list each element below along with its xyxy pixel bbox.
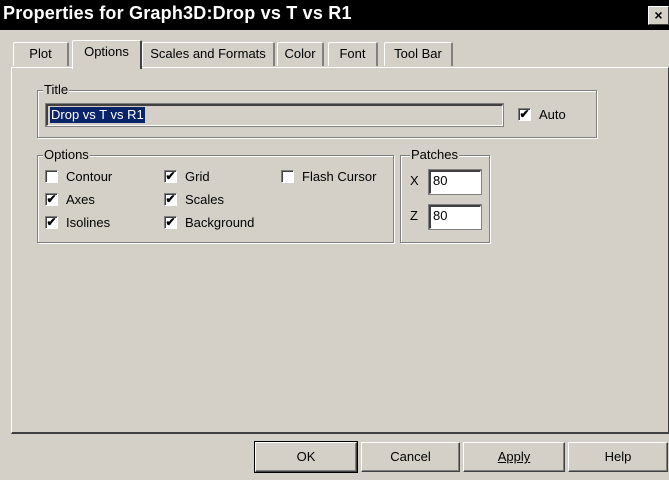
tab-plot[interactable]: Plot — [13, 42, 69, 66]
patches-z-input[interactable]: 80 — [428, 204, 482, 230]
patches-group: Patches X 80 Z 80 — [400, 147, 490, 243]
help-button-label: Help — [604, 449, 632, 464]
check-icon: ✔ — [165, 169, 176, 183]
flash-cursor-checkbox-box[interactable] — [281, 170, 294, 183]
apply-button[interactable]: Apply — [463, 442, 565, 472]
flash-cursor-checkbox-label: Flash Cursor — [302, 169, 377, 184]
grid-checkbox-label: Grid — [185, 169, 210, 184]
title-bar: Properties for Graph3D:Drop vs T vs R1 × — [0, 0, 669, 30]
patches-z-value: 80 — [433, 208, 448, 223]
tab-label: Color — [284, 46, 316, 61]
title-group-label: Title — [43, 82, 70, 98]
axes-checkbox-label: Axes — [66, 192, 95, 207]
title-input[interactable]: Drop vs T vs R1 — [45, 103, 504, 127]
close-icon: × — [654, 7, 663, 23]
patches-x-input[interactable]: 80 — [428, 169, 482, 195]
background-checkbox[interactable]: ✔ Background — [164, 214, 274, 232]
options-tab-panel: Title Drop vs T vs R1 ✔ Auto Options Con… — [11, 67, 669, 434]
title-group: Title Drop vs T vs R1 ✔ Auto — [37, 82, 597, 138]
title-input-value: Drop vs T vs R1 — [50, 107, 145, 123]
contour-checkbox-label: Contour — [66, 169, 113, 184]
scales-checkbox-label: Scales — [185, 192, 225, 207]
tab-label: Font — [339, 46, 366, 61]
isolines-checkbox[interactable]: ✔ Isolines — [45, 214, 145, 232]
patches-x-label: X — [410, 173, 419, 188]
axes-checkbox[interactable]: ✔ Axes — [45, 191, 145, 209]
tab-color[interactable]: Color — [277, 42, 324, 66]
check-icon: ✔ — [165, 192, 176, 206]
patches-x-value: 80 — [433, 173, 448, 188]
check-icon: ✔ — [46, 215, 57, 229]
contour-checkbox[interactable]: Contour — [45, 168, 145, 186]
tab-options[interactable]: Options — [72, 40, 142, 69]
tab-label: Tool Bar — [394, 46, 442, 61]
tab-label: Scales and Formats — [150, 46, 266, 61]
grid-checkbox[interactable]: ✔ Grid — [164, 168, 264, 186]
isolines-checkbox-box[interactable]: ✔ — [45, 216, 58, 229]
flash-cursor-checkbox[interactable]: Flash Cursor — [281, 168, 391, 186]
check-icon: ✔ — [519, 107, 530, 121]
background-checkbox-label: Background — [185, 215, 255, 230]
options-group: Options Contour ✔ Axes ✔ Isolines ✔ Grid… — [37, 147, 394, 243]
auto-checkbox-box[interactable]: ✔ — [518, 108, 531, 121]
options-group-label: Options — [43, 147, 90, 163]
check-icon: ✔ — [46, 192, 57, 206]
cancel-button[interactable]: Cancel — [361, 442, 460, 472]
scales-checkbox-box[interactable]: ✔ — [164, 193, 177, 206]
patches-z-label: Z — [410, 208, 418, 223]
grid-checkbox-box[interactable]: ✔ — [164, 170, 177, 183]
scales-checkbox[interactable]: ✔ Scales — [164, 191, 264, 209]
isolines-checkbox-label: Isolines — [66, 215, 111, 230]
tab-scales-and-formats[interactable]: Scales and Formats — [142, 42, 275, 66]
auto-checkbox[interactable]: ✔ Auto — [518, 106, 578, 124]
close-button[interactable]: × — [648, 6, 669, 25]
tab-label: Options — [84, 44, 129, 59]
cancel-button-label: Cancel — [390, 449, 431, 464]
apply-button-label: Apply — [497, 449, 531, 464]
window-title: Properties for Graph3D:Drop vs T vs R1 — [3, 3, 352, 23]
help-button[interactable]: Help — [568, 442, 668, 472]
background-checkbox-box[interactable]: ✔ — [164, 216, 177, 229]
tab-font[interactable]: Font — [328, 42, 378, 66]
ok-button[interactable]: OK — [254, 441, 358, 473]
ok-button-label: OK — [296, 449, 316, 464]
patches-group-label: Patches — [410, 147, 459, 163]
contour-checkbox-box[interactable] — [45, 170, 58, 183]
tab-tool-bar[interactable]: Tool Bar — [384, 42, 453, 66]
auto-checkbox-label: Auto — [539, 107, 566, 122]
tab-label: Plot — [29, 46, 52, 61]
check-icon: ✔ — [165, 215, 176, 229]
axes-checkbox-box[interactable]: ✔ — [45, 193, 58, 206]
